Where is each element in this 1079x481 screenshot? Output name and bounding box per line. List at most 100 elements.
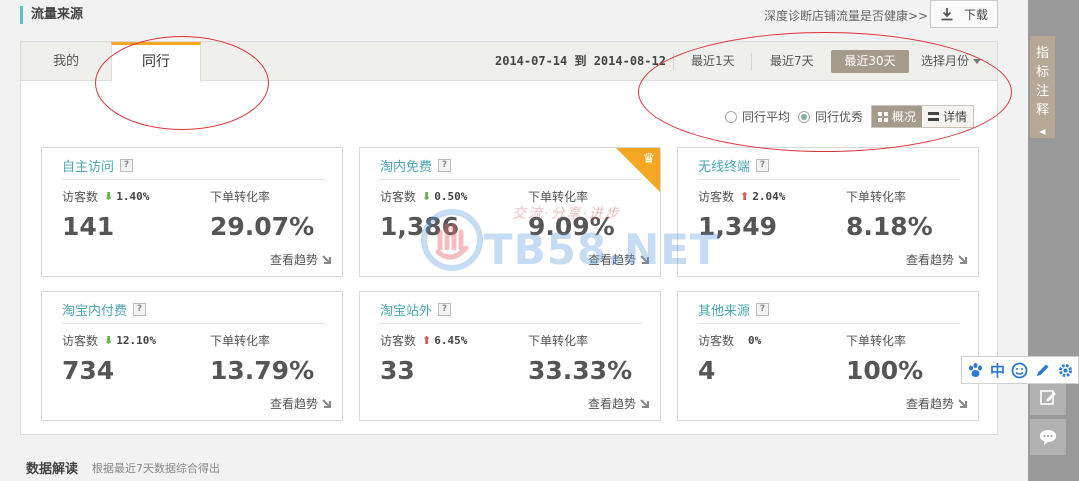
- view-trend-label: 查看趋势: [905, 397, 954, 411]
- health-diagnosis-link[interactable]: 深度诊断店铺流量是否健康>>: [764, 7, 928, 24]
- ime-language-toggle[interactable]: 中: [990, 360, 1005, 381]
- radio-circle-checked[interactable]: [798, 110, 811, 123]
- conversion-value: 100%: [846, 356, 924, 385]
- visitors-value: 33: [380, 356, 415, 385]
- feedback-button[interactable]: [1030, 379, 1066, 415]
- visitors-change: 12.10%: [116, 334, 156, 347]
- source-name: 自主访问: [62, 160, 115, 175]
- view-overview-button[interactable]: 概况: [872, 106, 923, 127]
- source-card-title: 自主访问?: [62, 156, 134, 175]
- view-overview-label: 概况: [892, 110, 917, 124]
- paw-icon[interactable]: [967, 362, 984, 379]
- source-name: 淘内免费: [380, 160, 433, 175]
- divider: [698, 323, 960, 324]
- visitors-metric: 访客数 ⬇ 0.50%: [380, 188, 467, 205]
- list-icon: [928, 112, 940, 121]
- conversion-label: 下单转化率: [846, 190, 907, 204]
- visitors-metric: 访客数 ⬆ 6.45%: [380, 332, 467, 349]
- grid-icon: [878, 111, 889, 122]
- visitors-metric: 访客数 0%: [698, 332, 761, 349]
- visitors-change: 0.50%: [434, 190, 468, 203]
- tab-peer[interactable]: 同行: [111, 42, 201, 82]
- divider: [62, 323, 324, 324]
- range-divider: [673, 53, 674, 70]
- watermark: TB58.NET: [484, 225, 720, 274]
- view-trend-link[interactable]: 查看趋势: [906, 395, 968, 412]
- help-icon[interactable]: ?: [756, 303, 770, 316]
- down-arrow-icon: ⬇: [104, 334, 114, 347]
- visitors-change: 1.40%: [116, 190, 150, 203]
- visitors-label: 访客数: [62, 190, 99, 204]
- conversion-value: 33.33%: [528, 356, 633, 385]
- visitors-metric: 访客数 ⬇ 1.40%: [62, 188, 149, 205]
- conversion-label: 下单转化率: [210, 334, 271, 348]
- visitors-label: 访客数: [62, 334, 99, 348]
- metric-notes-label: 指标注释: [1035, 46, 1049, 118]
- view-trend-label: 查看趋势: [269, 397, 318, 411]
- chat-button[interactable]: [1030, 419, 1066, 455]
- view-detail-label: 详情: [943, 110, 968, 124]
- radio-label: 同行平均: [742, 110, 791, 124]
- range-last-30-days[interactable]: 最近30天: [831, 50, 909, 73]
- help-icon[interactable]: ?: [133, 303, 147, 316]
- visitors-value: 734: [62, 356, 115, 385]
- view-trend-link[interactable]: 查看趋势: [270, 251, 332, 268]
- visitors-label: 访客数: [698, 190, 735, 204]
- range-last-1-day[interactable]: 最近1天: [683, 50, 743, 73]
- radio-circle[interactable]: [725, 110, 737, 123]
- view-trend-link[interactable]: 查看趋势: [906, 251, 968, 268]
- download-button[interactable]: 下载: [930, 0, 998, 28]
- view-trend-label: 查看趋势: [905, 253, 954, 267]
- view-trend-link[interactable]: 查看趋势: [270, 395, 332, 412]
- hand-logo-icon: [421, 209, 483, 271]
- visitors-metric: 访客数 ⬇ 12.10%: [62, 332, 156, 349]
- help-icon[interactable]: ?: [756, 159, 770, 172]
- view-detail-button[interactable]: 详情: [922, 106, 974, 127]
- view-toggle: 概况 详情: [871, 105, 975, 128]
- visitors-label: 访客数: [380, 190, 417, 204]
- conversion-value: 13.79%: [210, 356, 315, 385]
- visitors-metric: 访客数 ⬆ 2.04%: [698, 188, 785, 205]
- conversion-label: 下单转化率: [210, 190, 271, 204]
- view-trend-link[interactable]: 查看趋势: [588, 395, 650, 412]
- source-card: 自主访问? 访客数 ⬇ 1.40% 下单转化率 141 29.07% 查看趋势: [41, 147, 343, 277]
- help-icon[interactable]: ?: [438, 159, 452, 172]
- divider: [698, 179, 960, 180]
- conversion-label: 下单转化率: [846, 334, 907, 348]
- chat-icon: [1040, 430, 1056, 445]
- smiley-icon[interactable]: [1011, 362, 1028, 379]
- caret-left-icon: ◀: [1039, 127, 1046, 136]
- watermark-slogan: 交流·分享·进步: [512, 206, 621, 222]
- down-arrow-icon: ⬇: [422, 190, 432, 203]
- source-card: 其他来源? 访客数 0% 下单转化率 4 100% 查看趋势: [677, 291, 979, 421]
- source-card-title: 淘宝站外?: [380, 300, 452, 319]
- down-arrow-icon: ⬇: [104, 190, 114, 203]
- tab-mine[interactable]: 我的: [21, 42, 111, 81]
- data-interpretation-title: 数据解读: [26, 462, 79, 477]
- page-header: 流量来源 深度诊断店铺流量是否健康>> 下载: [0, 0, 1000, 30]
- edit-icon: [1040, 390, 1056, 405]
- date-range: 2014-07-14 到 2014-08-12: [495, 54, 666, 68]
- download-icon: [941, 8, 953, 21]
- metric-notes-tab[interactable]: 指标注释 ◀: [1030, 36, 1055, 138]
- pen-icon[interactable]: [1034, 362, 1051, 379]
- source-card-title: 淘内免费?: [380, 156, 452, 175]
- conversion-label: 下单转化率: [528, 334, 589, 348]
- compare-controls: 同行平均 同行优秀 概况 详情: [725, 105, 975, 128]
- help-icon[interactable]: ?: [120, 159, 134, 172]
- radio-peer-average[interactable]: 同行平均: [725, 108, 790, 125]
- data-interpretation-subtitle: 根据最近7天数据综合得出: [92, 462, 220, 475]
- gear-icon[interactable]: [1057, 362, 1074, 379]
- visitors-change: 6.45%: [434, 334, 468, 347]
- range-last-7-days[interactable]: 最近7天: [762, 50, 822, 73]
- source-name: 无线终端: [698, 160, 751, 175]
- range-divider: [751, 53, 752, 70]
- visitors-label: 访客数: [698, 334, 735, 348]
- help-icon[interactable]: ?: [438, 303, 452, 316]
- section-title: 流量来源: [20, 6, 83, 24]
- month-selector[interactable]: 选择月份: [913, 50, 989, 73]
- download-label: 下载: [963, 7, 988, 22]
- visitors-change: 2.04%: [752, 190, 786, 203]
- visitors-value: 4: [698, 356, 716, 385]
- radio-peer-excellent[interactable]: 同行优秀: [798, 108, 863, 125]
